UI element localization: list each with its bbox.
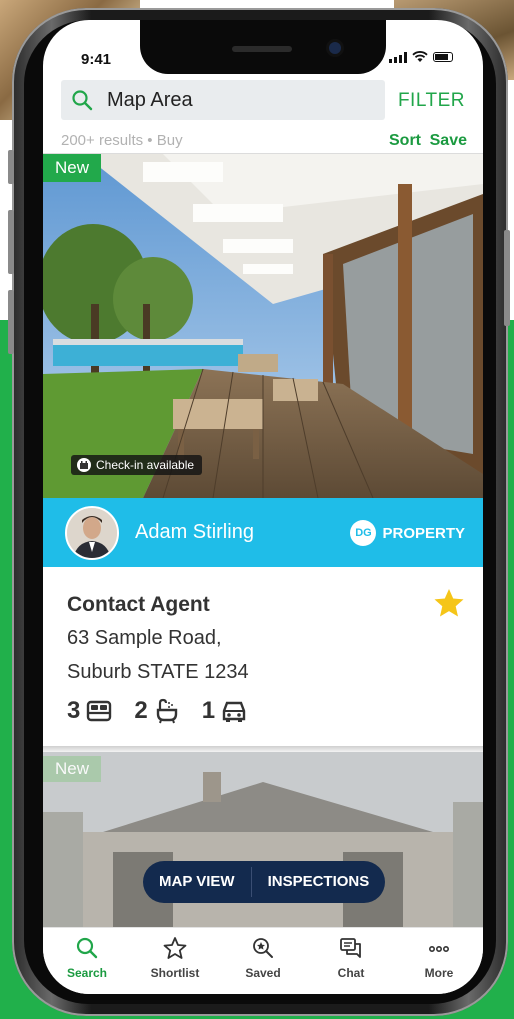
view-toggle: MAP VIEW INSPECTIONS <box>143 861 386 903</box>
tab-chat[interactable]: Chat <box>307 928 395 994</box>
sort-button[interactable]: Sort <box>389 132 421 150</box>
agent-bar[interactable]: Adam Stirling DG PROPERTY <box>43 498 483 567</box>
volume-up-button <box>8 210 14 274</box>
battery-icon <box>433 52 453 62</box>
parking-count: 1 <box>201 697 216 724</box>
checkin-badge: Check-in available <box>71 455 203 475</box>
tab-shortlist[interactable]: Shortlist <box>131 928 219 994</box>
map-view-button[interactable]: MAP VIEW <box>143 861 251 903</box>
status-time: 9:41 <box>81 51 112 68</box>
wifi-icon <box>412 51 428 62</box>
bed-icon <box>87 700 112 722</box>
checkin-label: Check-in available <box>96 458 195 472</box>
filter-button[interactable]: FILTER <box>398 90 465 112</box>
listing-details[interactable]: Contact Agent 63 Sample Road, Suburb STA… <box>43 567 483 747</box>
agent-name: Adam Stirling <box>135 521 254 543</box>
tab-label: Search <box>66 966 108 980</box>
tab-label: More <box>424 966 454 980</box>
agency-logo-initials: DG <box>350 520 377 546</box>
new-badge: New <box>43 154 102 182</box>
chat-icon <box>340 938 361 958</box>
new-badge-2: New <box>43 756 102 782</box>
agent-avatar <box>65 505 119 560</box>
tab-more[interactable]: More <box>395 928 483 994</box>
shortlist-star-icon[interactable] <box>433 587 465 619</box>
agency-logo-name: PROPERTY <box>382 524 465 542</box>
mute-switch <box>8 150 14 184</box>
tab-saved[interactable]: Saved <box>219 928 307 994</box>
listing-price: Contact Agent <box>67 593 210 616</box>
tab-label: Shortlist <box>150 966 200 980</box>
bath-icon <box>156 698 177 724</box>
more-icon <box>428 946 449 953</box>
search-query: Map Area <box>107 88 193 111</box>
power-button <box>504 230 510 326</box>
notch <box>140 20 386 74</box>
listing-photo-illustration <box>43 154 483 498</box>
results-summary: 200+ results • Buy <box>61 132 183 149</box>
saved-search-icon <box>253 938 273 958</box>
car-icon <box>222 701 246 722</box>
cellular-signal-icon <box>389 51 407 63</box>
star-icon <box>163 937 187 959</box>
listing-photo[interactable]: New Check-in available <box>43 154 483 498</box>
parking-feature: 1 <box>202 697 247 725</box>
speaker <box>232 46 292 52</box>
listing-features: 3 2 1 <box>67 697 247 725</box>
bathrooms-count: 2 <box>134 697 148 724</box>
inspections-button[interactable]: INSPECTIONS <box>252 861 386 903</box>
tab-label: Saved <box>245 966 281 980</box>
bedrooms-feature: 3 <box>67 697 112 725</box>
bathrooms-feature: 2 <box>134 697 179 725</box>
tab-bar: Search Shortlist Saved Chat More <box>43 927 483 994</box>
search-icon <box>71 89 93 111</box>
search-icon <box>76 937 98 959</box>
results-row: 200+ results • Buy Sort Save <box>61 132 467 150</box>
bedrooms-count: 3 <box>67 697 81 724</box>
checkin-icon <box>77 458 91 472</box>
camera <box>329 42 341 54</box>
tab-search[interactable]: Search <box>43 928 131 994</box>
phone-screen: 9:41 Map Area FILTER 200+ results • Buy … <box>43 20 483 994</box>
tab-label: Chat <box>337 966 365 980</box>
save-search-button[interactable]: Save <box>430 132 467 150</box>
search-input[interactable]: Map Area <box>61 80 385 120</box>
address-line1: 63 Sample Road, <box>67 627 222 649</box>
volume-down-button <box>8 290 14 354</box>
status-icons <box>389 51 453 63</box>
address-line2: Suburb STATE 1234 <box>67 661 249 683</box>
agency-logo: DG PROPERTY <box>350 520 465 546</box>
